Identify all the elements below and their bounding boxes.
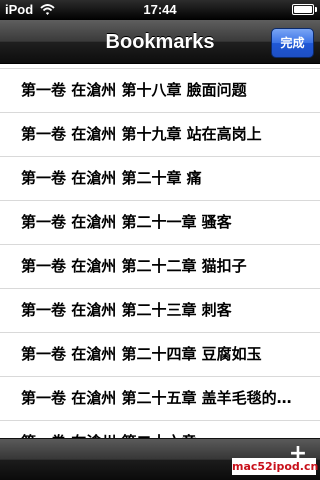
bookmark-item[interactable]: 第一卷 在滄州 第二十章 痛 [0,157,320,201]
status-time: 17:44 [143,2,177,17]
bookmark-item[interactable]: 第一卷 在滄州 第二十五章 盖羊毛毯的… [0,377,320,421]
site-watermark: mac52ipod.cn [232,458,319,475]
bookmark-list[interactable]: 第一卷 在滄州 第十八章 臉面问题 第一卷 在滄州 第十九章 站在高岗上 第一卷… [0,64,320,438]
battery-nub [315,7,317,12]
navigation-bar: Bookmarks 完成 [0,20,320,64]
status-bar: iPod 17:44 [0,0,320,20]
done-button[interactable]: 完成 [271,28,314,58]
bottom-toolbar: + mac52ipod.cn [0,438,320,480]
bookmark-item[interactable]: 第一卷 在滄州 第二十二章 猫扣子 [0,245,320,289]
battery-fill [294,6,312,13]
bookmark-item[interactable]: 第一卷 在滄州 第十八章 臉面问题 [0,69,320,113]
bookmark-item[interactable]: 第一卷 在滄州 第二十四章 豆腐如玉 [0,333,320,377]
bookmark-item[interactable]: 第一卷 在滄州 第二十六章 … [0,421,320,438]
bookmark-item[interactable]: 第一卷 在滄州 第十九章 站在高岗上 [0,113,320,157]
bookmark-item[interactable]: 第一卷 在滄州 第二十一章 骚客 [0,201,320,245]
bookmark-item[interactable]: 第一卷 在滄州 第二十三章 刺客 [0,289,320,333]
battery-icon [292,4,317,15]
